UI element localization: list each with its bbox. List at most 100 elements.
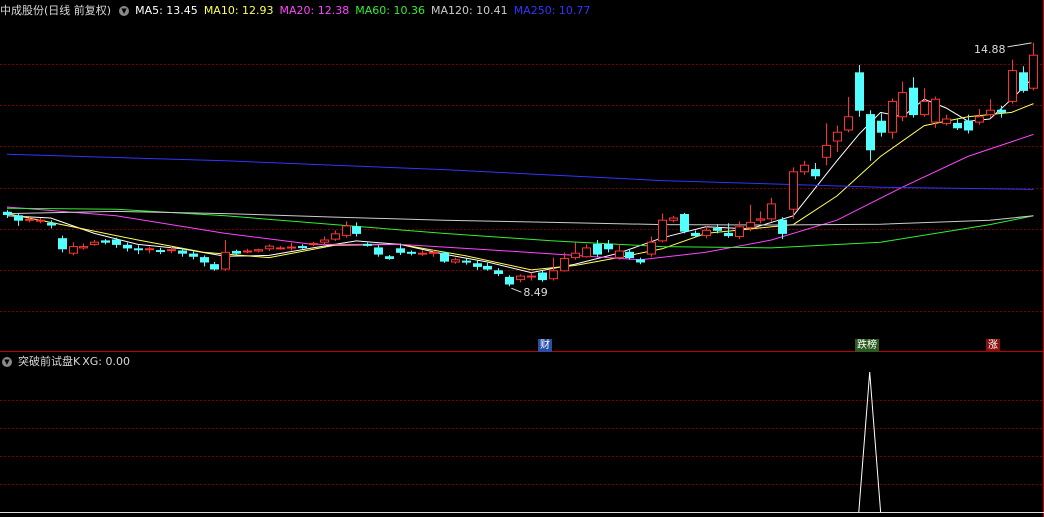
candle-body-up [527, 275, 536, 278]
candle-body-up [451, 259, 460, 263]
candle-body-up [549, 270, 558, 280]
indicator-title[interactable]: 突破前试盘K [18, 354, 80, 370]
candle [14, 213, 23, 226]
candle-body-down [298, 246, 307, 249]
candle-body-up [167, 249, 176, 252]
candle [79, 243, 88, 250]
candle-body-up [265, 245, 274, 250]
candle-body-up [571, 252, 580, 259]
candle-body-down [778, 219, 787, 234]
candle-body-down [680, 213, 689, 232]
settings-dropdown-icon[interactable]: ▼ [119, 6, 130, 16]
candle [516, 274, 525, 283]
event-marker[interactable]: 财 [538, 339, 552, 352]
candle-body-down [625, 251, 634, 259]
candle-body-down [200, 257, 209, 263]
candle [145, 246, 154, 254]
candle [494, 268, 503, 277]
candle-body-down [604, 243, 613, 250]
candle [669, 215, 678, 223]
candle [975, 108, 984, 125]
candle-body-up [931, 98, 940, 123]
candle [866, 110, 875, 161]
ma250-label: MA250: 10.77 [513, 4, 591, 17]
candle-body-up [276, 247, 285, 250]
candle [418, 250, 427, 256]
candle-body-down [156, 250, 165, 253]
candle-body-up [309, 243, 318, 246]
candle-body-up [516, 275, 525, 281]
candle [58, 235, 67, 253]
ma-line-ma250 [6, 153, 1034, 190]
candle [593, 240, 602, 257]
candle [647, 236, 656, 257]
candle [385, 254, 394, 260]
candle [221, 240, 230, 271]
candle [101, 239, 110, 245]
candle [265, 244, 274, 251]
candle [298, 244, 307, 249]
candle [210, 262, 219, 271]
candle-body-up [243, 250, 252, 253]
min-price-arrow [511, 287, 522, 293]
candle [276, 246, 285, 250]
candle-body-up [254, 249, 263, 252]
candle-body-up [746, 221, 755, 229]
max-price-arrow [1007, 42, 1032, 48]
candle [320, 236, 329, 245]
candle-body-up [800, 164, 809, 173]
candle [331, 230, 340, 241]
candle-body-down [3, 211, 12, 215]
candle-body-up [920, 100, 929, 116]
candle [822, 123, 831, 166]
candle [1008, 59, 1017, 104]
candle-body-down [58, 238, 67, 250]
candle [997, 105, 1006, 118]
candle-body-up [975, 116, 984, 123]
candle [986, 99, 995, 118]
candle-body-up [735, 226, 744, 237]
kline-chart[interactable]: 14.88 8.49 [0, 0, 1044, 517]
candle-body-down [178, 250, 187, 254]
candle-body-up [844, 116, 853, 131]
candle-body-up [36, 219, 45, 222]
candle [440, 251, 449, 263]
candle-body-up [1029, 54, 1038, 89]
event-marker[interactable]: 跌榜 [855, 339, 879, 352]
candle [473, 260, 482, 270]
candle [942, 114, 951, 126]
candle [844, 97, 853, 133]
indicator-value: XG: 0.00 [82, 355, 130, 368]
ma60-label: MA60: 10.36 [355, 4, 425, 17]
candle [69, 242, 78, 256]
candle-body-down [473, 263, 482, 267]
event-marker[interactable]: 涨 [986, 339, 1000, 352]
candle [636, 257, 645, 265]
stock-title[interactable]: 中成股份(日线 前复权) [0, 3, 111, 19]
candle-body-up [320, 239, 329, 243]
candle [538, 270, 547, 282]
candle-body-up [287, 246, 296, 249]
candle [909, 77, 918, 118]
candle-body-down [505, 276, 514, 285]
candle-body-up [1008, 70, 1017, 102]
candle [756, 211, 765, 224]
candle [527, 272, 536, 281]
candle [767, 197, 776, 222]
candle-body-up [69, 246, 78, 254]
candle [200, 255, 209, 267]
candle-body-down [997, 109, 1006, 113]
candle-body-up [90, 241, 99, 245]
candle-body-down [877, 120, 886, 133]
candle-body-up [342, 225, 351, 237]
candle [833, 125, 842, 152]
candle [451, 257, 460, 264]
candle [680, 212, 689, 234]
candle [90, 240, 99, 246]
candle-body-down [123, 244, 132, 249]
ma-line-ma20 [6, 133, 1034, 261]
candle-body-down [134, 248, 143, 251]
indicator-dropdown-icon[interactable]: ▼ [2, 357, 12, 367]
candle [156, 247, 165, 255]
candle [342, 221, 351, 238]
